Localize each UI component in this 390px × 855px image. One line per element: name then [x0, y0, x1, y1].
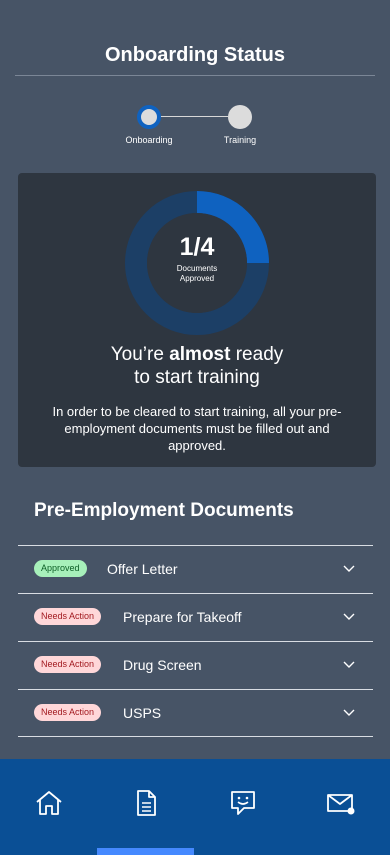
- chevron-down-icon[interactable]: [343, 610, 355, 622]
- nav-chat[interactable]: [194, 759, 291, 855]
- ready-line-two: to start training: [134, 367, 260, 388]
- status-badge: Needs Action: [34, 608, 102, 625]
- progress-stepper: Onboarding Training: [0, 104, 390, 148]
- status-badge: Approved: [34, 560, 87, 577]
- nav-selected-indicator: [97, 848, 194, 855]
- status-badge: Needs Action: [34, 656, 102, 673]
- chevron-down-icon[interactable]: [343, 706, 355, 718]
- document-row-prepare-for-takeoff[interactable]: Needs Action Prepare for Takeoff: [18, 593, 373, 641]
- status-card: 1/4 Documents Approved You’re almost rea…: [18, 173, 376, 467]
- clearance-note: In order to be cleared to start training…: [52, 404, 342, 453]
- step-onboarding-indicator: [137, 105, 161, 129]
- document-name: Drug Screen: [123, 657, 202, 673]
- document-row-drug-screen[interactable]: Needs Action Drug Screen: [18, 641, 373, 689]
- document-name: Prepare for Takeoff: [123, 609, 242, 625]
- mail-icon: [327, 794, 355, 815]
- approved-caption: Documents Approved: [176, 264, 218, 283]
- chat-bot-icon: [231, 791, 255, 815]
- donut-label: 1/4 Documents Approved: [18, 233, 376, 284]
- step-training-indicator: [228, 105, 252, 129]
- ready-suffix: ready: [230, 344, 284, 365]
- chevron-down-icon[interactable]: [343, 658, 355, 670]
- stepper-line: [160, 116, 228, 117]
- documents-list: Approved Offer Letter Needs Action Prepa…: [18, 545, 373, 737]
- step-training-label: Training: [223, 135, 257, 145]
- nav-home[interactable]: [0, 759, 97, 855]
- chevron-down-icon[interactable]: [343, 562, 355, 574]
- ready-emphasis: almost: [169, 344, 231, 365]
- header-divider: [15, 75, 375, 76]
- bottom-navigation: [0, 759, 390, 855]
- document-row-offer-letter[interactable]: Approved Offer Letter: [18, 545, 373, 593]
- step-onboarding-label: Onboarding: [125, 135, 173, 145]
- document-icon: [137, 790, 156, 816]
- document-name: USPS: [123, 705, 162, 721]
- page-title: Onboarding Status: [105, 44, 285, 66]
- documents-section-title: Pre-Employment Documents: [34, 500, 294, 521]
- ready-prefix: You’re: [110, 344, 170, 365]
- document-row-usps[interactable]: Needs Action USPS: [18, 689, 373, 737]
- nav-messages[interactable]: [291, 759, 388, 855]
- document-name: Offer Letter: [107, 561, 178, 577]
- approved-count: 1/4: [179, 233, 215, 261]
- status-badge: Needs Action: [34, 704, 102, 721]
- nav-documents[interactable]: [97, 759, 194, 855]
- home-icon: [36, 791, 62, 815]
- ready-message: You’re almost ready to start training: [18, 343, 376, 389]
